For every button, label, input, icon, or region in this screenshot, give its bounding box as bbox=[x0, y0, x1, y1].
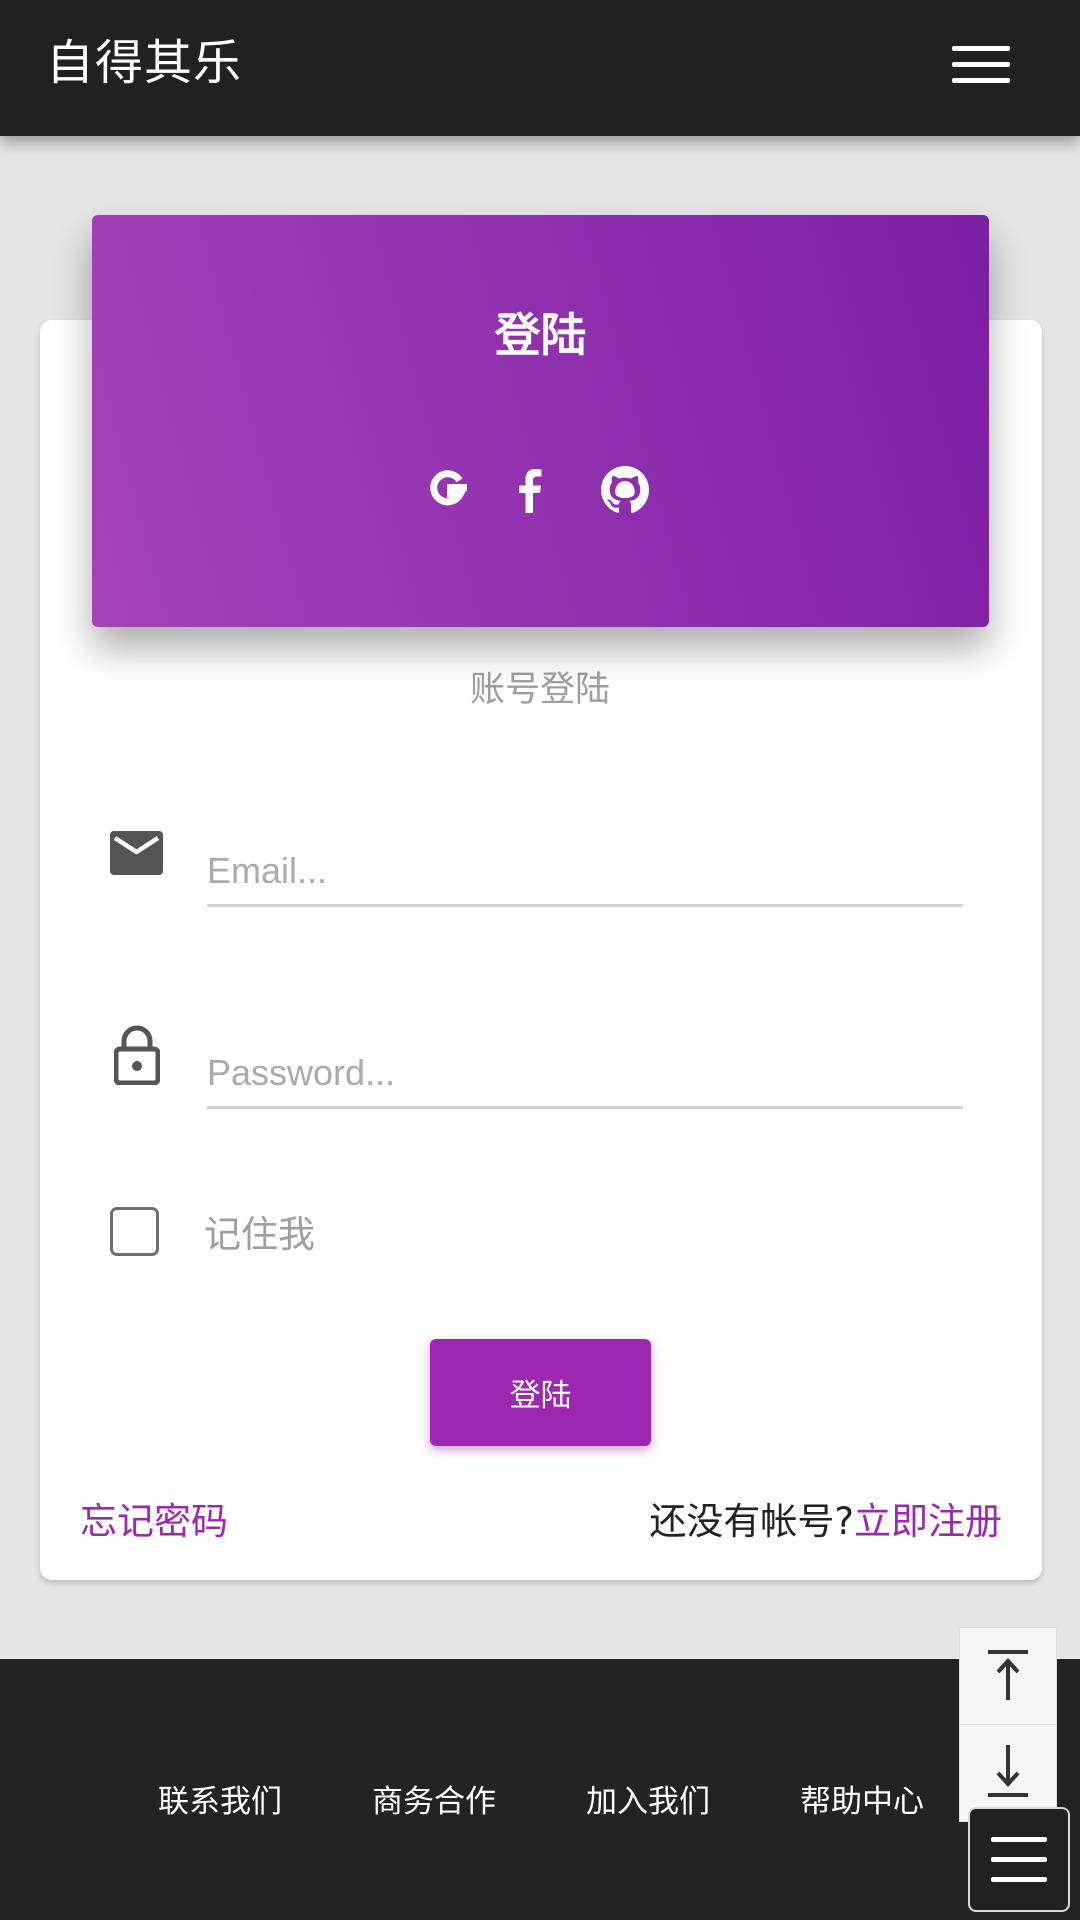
email-input[interactable] bbox=[207, 838, 963, 907]
footer-link-business[interactable]: 商务合作 bbox=[344, 1774, 524, 1830]
hamburger-menu-icon[interactable] bbox=[952, 42, 1014, 88]
remember-me-checkbox[interactable] bbox=[110, 1207, 159, 1256]
scroll-controls bbox=[959, 1627, 1057, 1822]
footer-link-help[interactable]: 帮助中心 bbox=[772, 1774, 952, 1830]
login-button[interactable]: 登陆 bbox=[430, 1339, 651, 1446]
signup-row: 还没有帐号?立即注册 bbox=[649, 1494, 1002, 1550]
google-icon[interactable] bbox=[420, 460, 480, 520]
signup-prompt: 还没有帐号? bbox=[649, 1500, 854, 1543]
menu-icon[interactable] bbox=[968, 1807, 1070, 1912]
top-app-bar: 自得其乐 bbox=[0, 0, 1080, 136]
signup-link[interactable]: 立即注册 bbox=[854, 1500, 1002, 1543]
facebook-icon[interactable] bbox=[500, 460, 560, 520]
password-input[interactable] bbox=[207, 1040, 963, 1109]
mail-icon bbox=[110, 830, 163, 876]
login-subtitle: 账号登陆 bbox=[469, 670, 610, 710]
scroll-to-top-icon[interactable] bbox=[960, 1628, 1056, 1724]
login-title: 登陆 bbox=[494, 308, 587, 362]
footer-link-join[interactable]: 加入我们 bbox=[558, 1774, 738, 1830]
forgot-password-link[interactable]: 忘记密码 bbox=[80, 1494, 228, 1550]
remember-me-label[interactable]: 记住我 bbox=[204, 1207, 315, 1263]
github-icon[interactable] bbox=[595, 460, 655, 520]
brand-title[interactable]: 自得其乐 bbox=[46, 28, 242, 98]
login-card-header: 登陆 bbox=[92, 215, 989, 627]
lock-icon bbox=[114, 1025, 160, 1085]
footer-link-contact[interactable]: 联系我们 bbox=[130, 1774, 310, 1830]
